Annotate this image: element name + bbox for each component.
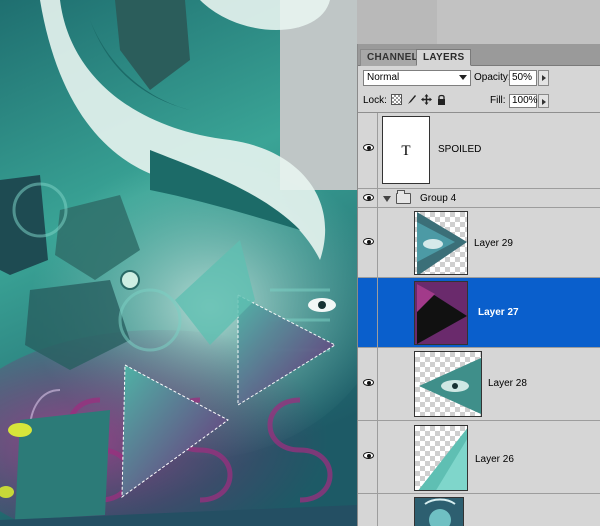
document-canvas[interactable] — [0, 0, 357, 526]
layer-name[interactable]: Layer 29 — [474, 238, 513, 249]
eye-icon[interactable] — [363, 452, 374, 459]
blend-opacity-row: Normal Opacity: 50% — [358, 70, 600, 86]
layer-thumbnail — [414, 497, 464, 526]
tab-layers[interactable]: LAYERS — [416, 49, 472, 66]
text-layer-thumbnail: T — [382, 116, 430, 184]
layer-thumbnail — [414, 281, 468, 345]
visibility-toggle[interactable] — [358, 348, 378, 420]
layer-row-layer-29[interactable]: Layer 29 — [358, 208, 600, 278]
layer-thumbnail — [414, 211, 468, 275]
layer-name[interactable]: Layer 27 — [478, 307, 519, 318]
lock-image-brush-icon[interactable] — [406, 94, 417, 105]
layer-name[interactable]: Group 4 — [420, 193, 456, 204]
layer-row-partial[interactable] — [358, 494, 600, 526]
canvas-gray-patch — [437, 0, 600, 44]
layer-row-layer-27[interactable]: Layer 27 — [358, 278, 600, 348]
blend-mode-select[interactable]: Normal — [363, 70, 471, 86]
eye-icon[interactable] — [363, 238, 374, 245]
visibility-toggle[interactable] — [358, 208, 378, 277]
panel-tabs: CHANNELS LAYERS — [358, 44, 600, 66]
eye-icon[interactable] — [363, 144, 374, 151]
lock-label: Lock: — [363, 95, 387, 106]
eye-icon[interactable] — [363, 379, 374, 386]
layer-row-group-4[interactable]: Group 4 — [358, 189, 600, 208]
layers-panel: CHANNELS LAYERS Normal Opacity: 50% Lock… — [357, 44, 600, 526]
visibility-toggle[interactable] — [358, 494, 378, 526]
layer-thumbnail — [414, 351, 482, 417]
opacity-slider-button[interactable] — [538, 70, 549, 86]
lock-position-move-icon[interactable] — [421, 94, 432, 105]
opacity-input[interactable]: 50% — [509, 70, 537, 86]
layer-row-layer-28[interactable]: Layer 28 — [358, 348, 600, 421]
canvas-artwork — [0, 0, 357, 526]
text-layer-icon: T — [401, 143, 411, 159]
eye-icon[interactable] — [363, 194, 374, 201]
lock-all-padlock-icon[interactable] — [436, 94, 447, 105]
visibility-toggle[interactable] — [358, 189, 378, 207]
chevron-down-icon — [459, 75, 467, 80]
canvas-gray-area — [357, 0, 600, 44]
blend-mode-value: Normal — [367, 72, 400, 83]
folder-icon — [396, 190, 411, 204]
layer-name[interactable]: SPOILED — [438, 144, 481, 155]
layer-list: T SPOILED Group 4 Layer 29 Layer 27 Laye… — [358, 112, 600, 526]
visibility-toggle[interactable] — [358, 113, 378, 188]
visibility-toggle[interactable] — [358, 421, 378, 493]
layer-thumbnail — [414, 425, 468, 491]
fill-slider-button[interactable] — [538, 94, 549, 108]
visibility-toggle[interactable] — [358, 278, 378, 347]
layer-row-layer-26[interactable]: Layer 26 — [358, 421, 600, 494]
layer-row-spoiled[interactable]: T SPOILED — [358, 113, 600, 189]
lock-transparency-icon[interactable] — [391, 94, 402, 105]
triangle-down-icon[interactable] — [383, 196, 391, 202]
opacity-label: Opacity: — [474, 72, 511, 83]
layer-name[interactable]: Layer 28 — [488, 378, 527, 389]
fill-input[interactable]: 100% — [509, 94, 538, 108]
lock-fill-row: Lock: Fill: 100% — [358, 92, 600, 108]
fill-label: Fill: — [490, 95, 506, 106]
layer-name[interactable]: Layer 26 — [475, 454, 514, 465]
